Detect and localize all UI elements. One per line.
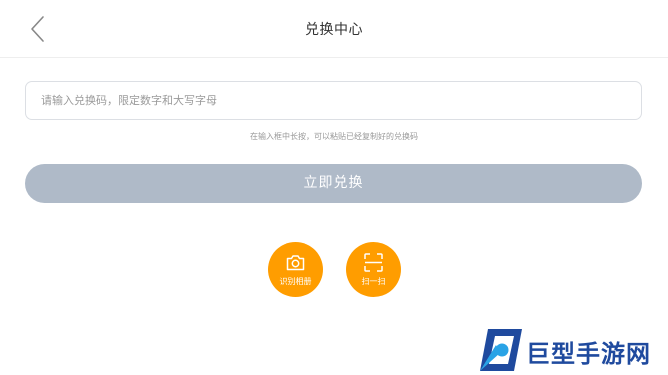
camera-icon — [285, 252, 306, 273]
watermark-text: 巨型手游网 — [526, 340, 651, 368]
recognize-album-button[interactable]: 识别相册 — [268, 242, 323, 297]
redeem-button[interactable]: 立即兑换 — [25, 164, 642, 203]
page-title: 兑换中心 — [305, 22, 363, 38]
header-bar: 兑换中心 — [0, 0, 668, 58]
paste-hint: 在输入框中长按，可以粘贴已经复制好的兑换码 — [250, 132, 418, 141]
scan-label: 扫一扫 — [361, 277, 386, 286]
redeem-code-input[interactable] — [25, 81, 642, 120]
watermark-logo-icon — [480, 329, 522, 371]
scan-icon — [363, 252, 384, 273]
site-watermark: 巨型手游网 — [478, 327, 668, 373]
recognize-album-label: 识别相册 — [279, 277, 312, 286]
scan-button[interactable]: 扫一扫 — [346, 242, 401, 297]
